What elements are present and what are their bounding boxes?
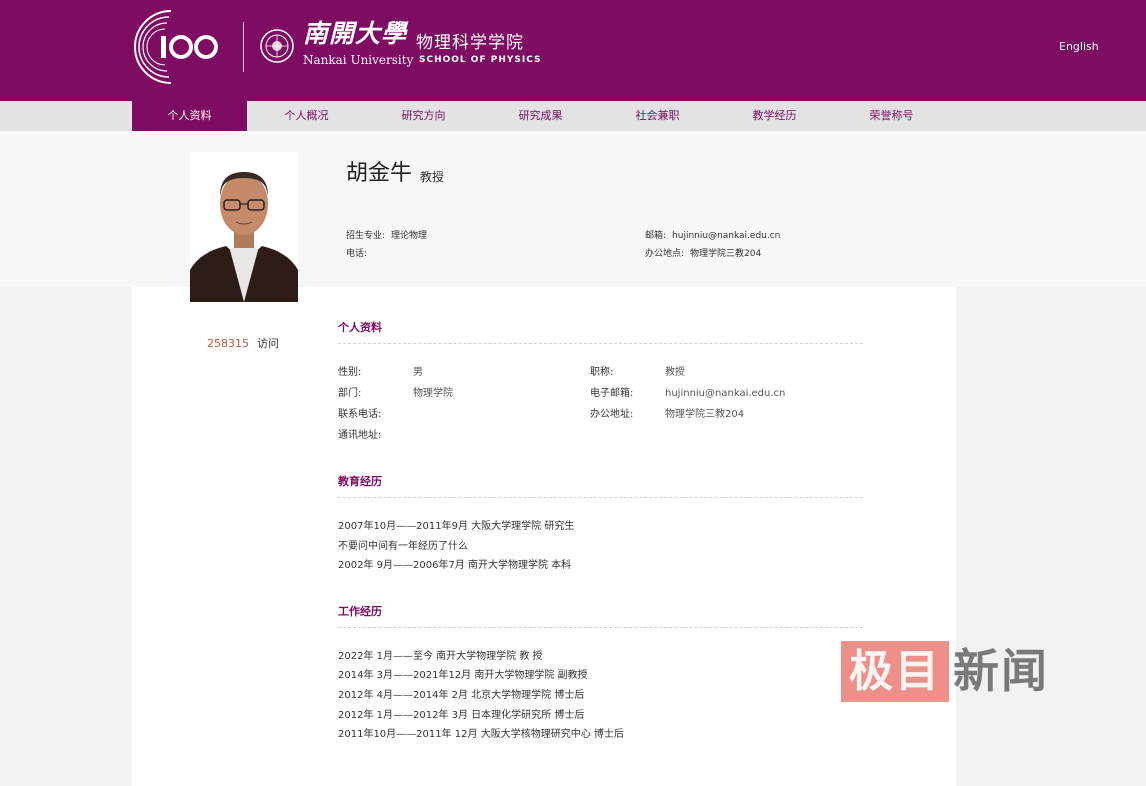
tab-research-results[interactable]: 研究成果 bbox=[483, 101, 598, 131]
major-row: 招生专业: 理论物理 bbox=[346, 230, 427, 242]
section-title-work: 工作经历 bbox=[338, 605, 382, 618]
contact-phone-row: 联系电话: bbox=[338, 408, 578, 421]
work-item: 2012年 1月——2012年 3月 日本理化学研究所 博士后 bbox=[338, 710, 585, 721]
tab-personal-info[interactable]: 个人资料 bbox=[132, 101, 247, 131]
education-item: 2002年 9月——2006年7月 南开大学物理学院 本科 bbox=[338, 560, 572, 571]
section-divider bbox=[338, 343, 863, 344]
major-label: 招生专业: bbox=[346, 231, 386, 241]
tab-social-positions[interactable]: 社会兼职 bbox=[600, 101, 715, 131]
email2-row: 电子邮箱: hujinniu@nankai.edu.cn bbox=[590, 387, 850, 400]
work-item: 2011年10月——2011年 12月 大阪大学核物理研究中心 博士后 bbox=[338, 729, 624, 740]
watermark-box-text: 极目 bbox=[849, 646, 941, 697]
logo-divider bbox=[243, 22, 244, 72]
gender-row: 性别: 男 bbox=[338, 366, 578, 379]
office-label: 办公地点: bbox=[645, 249, 685, 259]
position-value: 教授 bbox=[665, 367, 685, 378]
email-value[interactable]: hujinniu@nankai.edu.cn bbox=[672, 231, 780, 241]
university-seal-icon bbox=[260, 29, 294, 63]
school-name-cn: 物理科学学院 bbox=[416, 33, 524, 53]
gender-value: 男 bbox=[413, 367, 423, 378]
visit-label: 访问 bbox=[257, 337, 279, 350]
office-address-value: 物理学院三教204 bbox=[665, 409, 745, 420]
work-item: 2022年 1月——至今 南开大学物理学院 教 授 bbox=[338, 651, 543, 662]
visit-counter: 258315 访问 bbox=[207, 337, 279, 351]
office-address-label: 办公地址: bbox=[590, 409, 634, 420]
portrait-image bbox=[190, 152, 298, 302]
section-divider bbox=[338, 627, 863, 628]
dept-label: 部门: bbox=[338, 388, 362, 399]
profile-name: 胡金牛 bbox=[346, 161, 413, 186]
phone-row: 电话: bbox=[346, 248, 373, 260]
office-address-row: 办公地址: 物理学院三教204 bbox=[590, 408, 850, 421]
tab-honors[interactable]: 荣誉称号 bbox=[834, 101, 949, 131]
profile-band bbox=[0, 131, 1146, 287]
tab-personal-overview[interactable]: 个人概况 bbox=[249, 101, 364, 131]
school-name-en: SCHOOL OF PHYSICS bbox=[419, 55, 542, 65]
mailing-address-row: 通讯地址: bbox=[338, 429, 578, 442]
education-item: 2007年10月——2011年9月 大阪大学理学院 研究生 bbox=[338, 521, 575, 532]
university-name-cn: 南開大學 bbox=[303, 19, 408, 48]
mailing-address-label: 通讯地址: bbox=[338, 430, 382, 441]
contact-phone-label: 联系电话: bbox=[338, 409, 382, 420]
email2-label: 电子邮箱: bbox=[590, 388, 634, 399]
position-label: 职称: bbox=[590, 367, 614, 378]
centennial-logo[interactable] bbox=[131, 7, 225, 86]
gender-label: 性别: bbox=[338, 367, 362, 378]
major-value: 理论物理 bbox=[391, 231, 428, 241]
phone-label: 电话: bbox=[346, 249, 368, 259]
main-nav: 个人资料 个人概况 研究方向 研究成果 社会兼职 教学经历 荣誉称号 bbox=[0, 101, 1146, 131]
profile-photo bbox=[190, 152, 298, 302]
tab-research-direction[interactable]: 研究方向 bbox=[366, 101, 481, 131]
email2-value[interactable]: hujinniu@nankai.edu.cn bbox=[665, 387, 785, 400]
office-row: 办公地点: 物理学院三教204 bbox=[645, 248, 761, 260]
work-item: 2014年 3月——2021年12月 南开大学物理学院 副教授 bbox=[338, 670, 588, 681]
email-label: 邮箱: bbox=[645, 231, 667, 241]
english-language-link[interactable]: English bbox=[1059, 40, 1099, 54]
education-item: 不要问中间有一年经历了什么 bbox=[338, 541, 468, 552]
dept-value: 物理学院 bbox=[413, 388, 453, 399]
section-divider bbox=[338, 497, 863, 498]
university-name-en: Nankai University bbox=[303, 53, 414, 67]
visit-count: 258315 bbox=[207, 337, 249, 350]
section-title-education: 教育经历 bbox=[338, 475, 382, 488]
office-value: 物理学院三教204 bbox=[690, 249, 762, 259]
email-row: 邮箱: hujinniu@nankai.edu.cn bbox=[645, 230, 780, 242]
section-title-personal: 个人资料 bbox=[338, 321, 382, 334]
work-item: 2012年 4月——2014年 2月 北京大学物理学院 博士后 bbox=[338, 690, 585, 701]
profile-title: 教授 bbox=[420, 170, 445, 184]
tab-teaching-experience[interactable]: 教学经历 bbox=[717, 101, 832, 131]
watermark-text: 新闻 bbox=[953, 644, 1049, 698]
site-header: 南開大學 物理科学学院 Nankai University SCHOOL OF … bbox=[0, 0, 1146, 101]
position-row: 职称: 教授 bbox=[590, 366, 850, 379]
dept-row: 部门: 物理学院 bbox=[338, 387, 578, 400]
